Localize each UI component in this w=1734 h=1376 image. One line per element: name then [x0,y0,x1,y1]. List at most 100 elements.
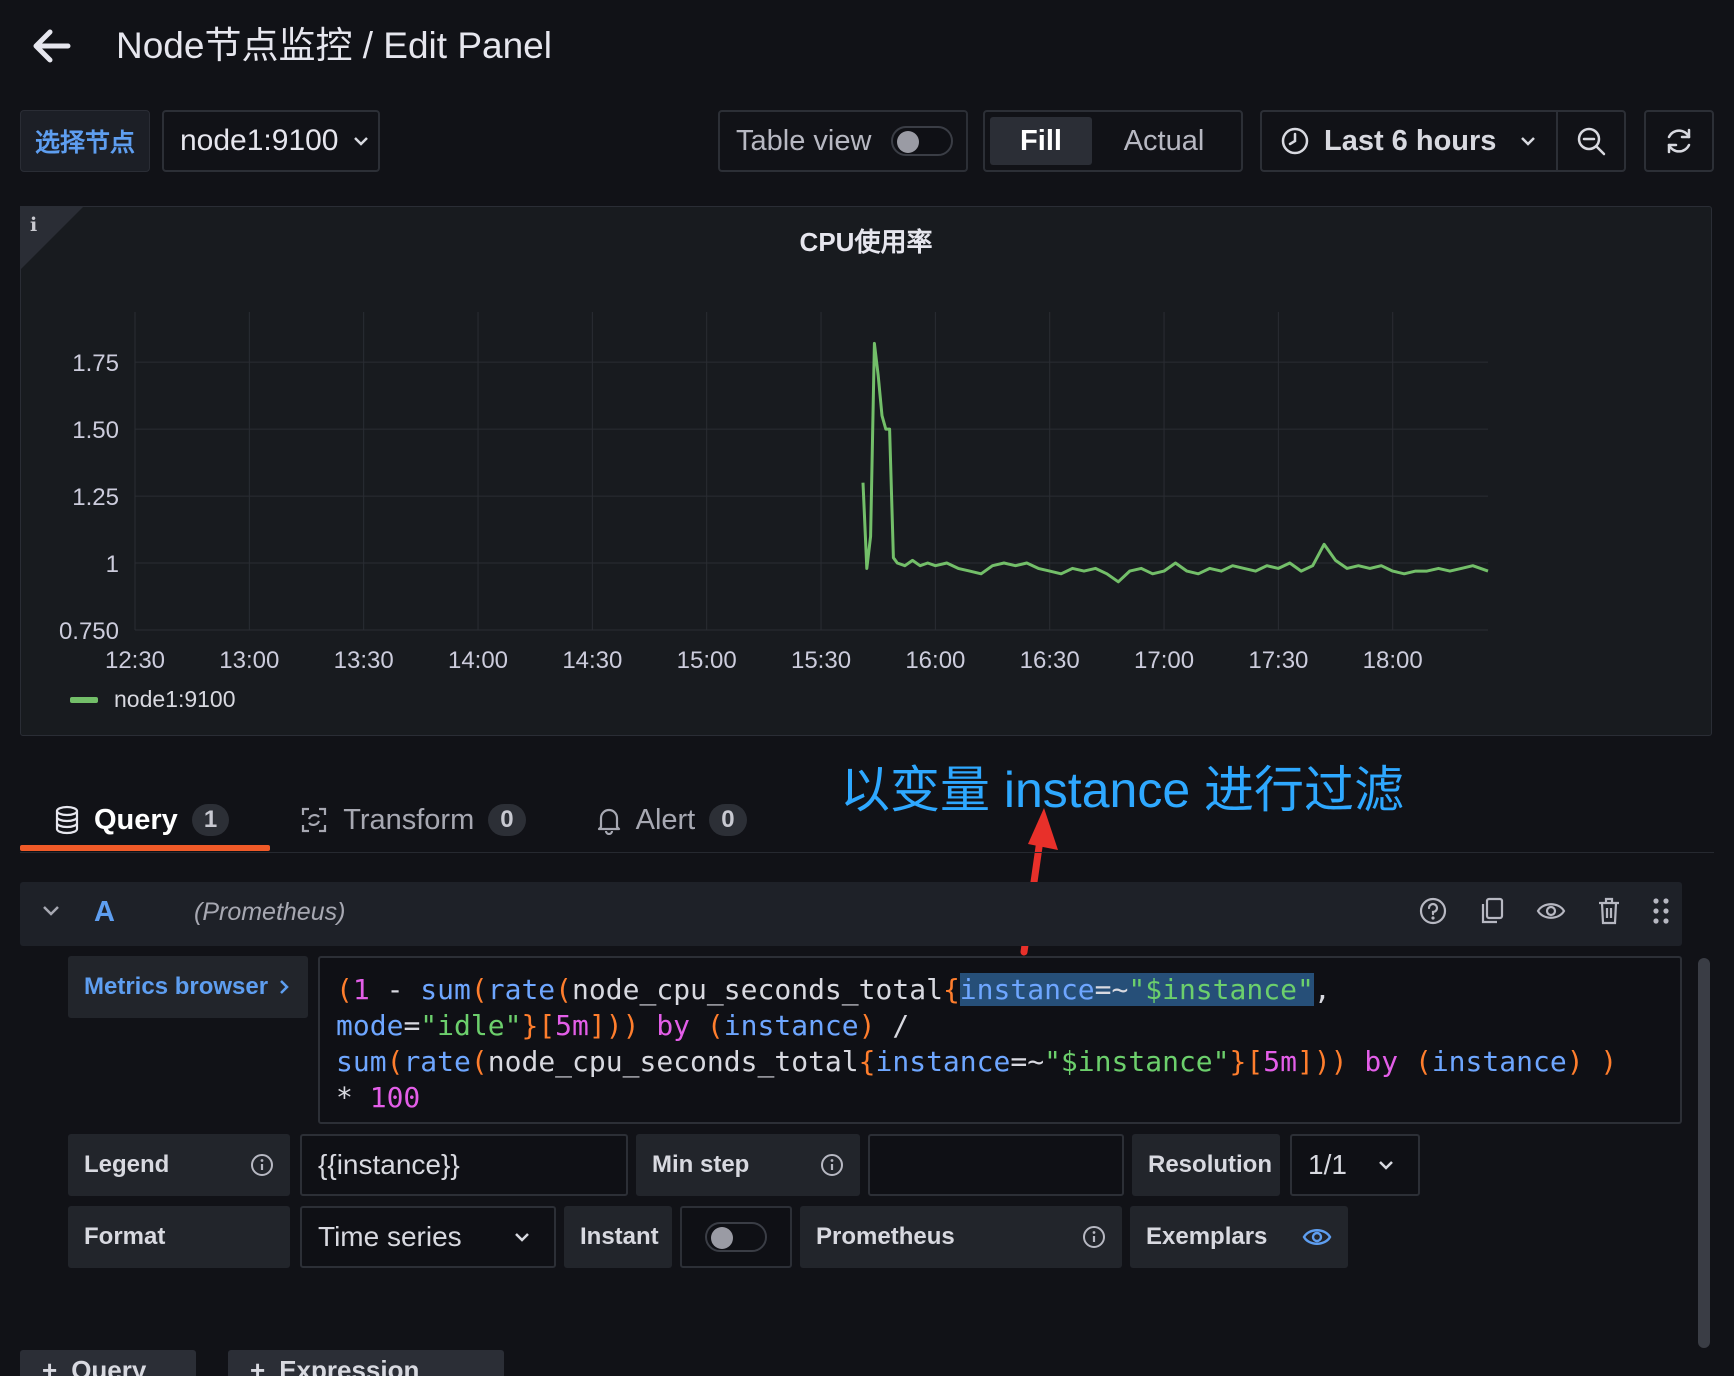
tab-transform-count: 0 [488,804,526,836]
instant-toggle-container [680,1206,792,1268]
min-step-option-label: Min step [636,1134,860,1196]
resolution-option-label: Resolution [1132,1134,1280,1196]
format-select[interactable]: Time series [300,1206,556,1268]
query-expression-editor[interactable]: (1 - sum(rate(node_cpu_seconds_total{ins… [318,956,1682,1124]
chevron-down-icon [515,1233,529,1242]
query-expression-line: mode="idle"}[5m])) by (instance) / [336,1009,910,1042]
page-title: Node节点监控 / Edit Panel [116,25,552,66]
variable-select[interactable]: node1:9100 [162,110,380,172]
refresh-button[interactable] [1644,110,1714,172]
query-expression-line: * 100 [336,1081,421,1114]
refresh-icon [1667,128,1691,154]
y-tick-label: 1 [106,551,119,578]
chart-legend: node1:9100 [70,686,236,713]
add-query-button[interactable]: + Query [20,1350,196,1376]
time-range-picker[interactable]: Last 6 hours [1260,110,1556,172]
bell-icon [597,808,620,835]
eye-icon [1536,903,1566,919]
x-tick-label: 17:30 [1248,647,1308,674]
chevron-down-icon [353,137,368,146]
resolution-select[interactable]: 1/1 [1290,1134,1420,1196]
y-tick-label: 1.25 [72,484,119,511]
tab-transform-label: Transform [343,803,475,836]
back-button[interactable] [28,22,88,70]
query-actions [1418,896,1670,926]
x-tick-label: 13:00 [219,647,279,674]
delete-query-button[interactable] [1596,896,1622,926]
x-tick-label: 18:00 [1363,647,1423,674]
duplicate-query-button[interactable] [1478,896,1506,926]
table-view-label: Table view [736,124,872,157]
info-circle-icon[interactable] [820,1153,844,1177]
help-icon [1419,897,1447,925]
copy-icon [1481,897,1504,924]
editor-tabs: Query 1 Transform 0 Alert 0 [20,790,783,850]
x-tick-label: 14:00 [448,647,508,674]
table-view-toggle[interactable] [891,126,954,156]
zoom-out-button[interactable] [1556,110,1626,172]
query-expression-line: (1 - sum(rate(node_cpu_seconds_total{ins… [336,973,1331,1006]
drag-handle-icon [1653,898,1669,924]
min-step-option-text: Min step [652,1151,750,1178]
info-circle-icon[interactable] [1082,1225,1106,1249]
editor-scrollbar[interactable] [1698,958,1710,1348]
plus-icon: + [42,1354,58,1376]
metrics-browser-label: Metrics browser [84,973,269,1000]
variable-value: node1:9100 [180,124,339,157]
active-tab-indicator [20,845,270,851]
eye-icon[interactable] [1302,1225,1332,1249]
x-tick-label: 14:30 [562,647,622,674]
prometheus-option-text: Prometheus [816,1223,955,1250]
drag-handle[interactable] [1652,896,1670,926]
tab-alert-count: 0 [709,804,747,836]
cpu-usage-chart: 0.750 1 1.25 1.50 1.75 12:30 13:00 13:30 14:00 14… [59,312,1489,674]
add-query-label: Query [71,1354,147,1376]
zoom-out-icon [1577,127,1606,156]
tab-alert-label: Alert [635,803,696,836]
query-collapse-button[interactable] [40,900,62,927]
legend-option-text: Legend [84,1151,170,1178]
tabs-divider [20,852,1714,853]
instant-toggle[interactable] [705,1222,767,1252]
resolution-value: 1/1 [1308,1149,1347,1180]
annotation-text: 以变量 instance 进行过滤 [840,762,1405,818]
y-tick-label: 0.750 [59,618,119,645]
help-button[interactable] [1418,896,1448,926]
chevron-down-icon [1521,137,1536,146]
tab-alert[interactable]: Alert 0 [562,790,783,850]
x-tick-label: 13:30 [334,647,394,674]
tab-query[interactable]: Query 1 [20,790,265,850]
toggle-query-visibility-button[interactable] [1536,899,1566,923]
trash-icon [1599,897,1619,925]
x-tick-label: 12:30 [105,647,165,674]
x-tick-label: 15:30 [791,647,851,674]
fill-actual-toggle: Fill Actual [983,110,1243,172]
variable-label: 选择节点 [20,110,150,172]
exemplars-option-text: Exemplars [1146,1223,1268,1250]
chevron-down-icon [43,906,59,916]
tab-query-count: 1 [191,804,230,836]
y-tick-label: 1.50 [72,417,119,444]
info-circle-icon[interactable] [250,1153,274,1177]
table-view-control: Table view [718,110,968,172]
exemplars-option: Exemplars [1130,1206,1348,1268]
legend-label[interactable]: node1:9100 [114,686,236,713]
fill-button[interactable]: Fill [990,117,1092,165]
chevron-right-icon [280,980,289,994]
tab-transform[interactable]: Transform 0 [265,790,561,850]
add-expression-label: Expression [279,1354,420,1376]
metrics-browser-button[interactable]: Metrics browser [68,956,308,1018]
chevron-down-icon [1379,1161,1393,1170]
x-tick-label: 16:00 [905,647,965,674]
query-ref-id[interactable]: A [94,896,115,929]
legend-input[interactable]: {{instance}} [300,1134,628,1196]
legend-option-label: Legend [68,1134,290,1196]
actual-button[interactable]: Actual [1092,117,1236,165]
add-expression-button[interactable]: + Expression [228,1350,504,1376]
query-expression-line: sum(rate(node_cpu_seconds_total{instance… [336,1045,1618,1078]
time-range-label: Last 6 hours [1324,124,1497,157]
prometheus-option-label: Prometheus [800,1206,1122,1268]
x-tick-label: 17:00 [1134,647,1194,674]
min-step-input[interactable] [868,1134,1124,1196]
database-icon [55,805,79,835]
